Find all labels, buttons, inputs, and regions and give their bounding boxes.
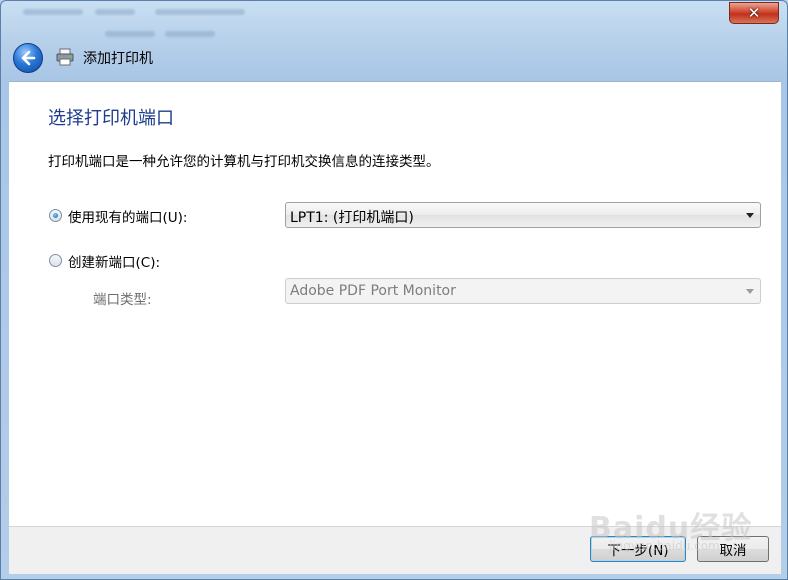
page-description: 打印机端口是一种允许您的计算机与打印机交换信息的连接类型。	[48, 154, 440, 170]
port-type-select: Adobe PDF Port Monitor	[285, 278, 761, 304]
add-printer-window: ✕ 添加打印机 选择打印机端口 打印机端口是一种允许您的计算机与打印机交换信息的…	[0, 0, 788, 580]
port-type-value: Adobe PDF Port Monitor	[290, 283, 456, 299]
new-port-label[interactable]: 创建新端口(C):	[68, 251, 160, 271]
chevron-down-icon	[746, 213, 754, 218]
port-type-label: 端口类型:	[93, 292, 152, 308]
existing-port-select[interactable]: LPT1: (打印机端口)	[285, 202, 761, 228]
back-button[interactable]	[13, 43, 43, 73]
new-port-radio[interactable]	[49, 254, 62, 267]
close-button[interactable]: ✕	[729, 2, 779, 24]
page-heading: 选择打印机端口	[48, 108, 174, 129]
baidu-watermark-url: jingyan.baidu.com	[609, 539, 720, 553]
existing-port-radio[interactable]	[49, 209, 62, 222]
chevron-down-icon	[746, 289, 754, 294]
existing-port-value: LPT1: (打印机端口)	[290, 210, 414, 226]
window-title: 添加打印机	[83, 51, 153, 67]
existing-port-label[interactable]: 使用现有的端口(U):	[68, 206, 187, 226]
close-icon: ✕	[747, 4, 761, 22]
wizard-content: 选择打印机端口 打印机端口是一种允许您的计算机与打印机交换信息的连接类型。 使用…	[9, 81, 781, 527]
back-arrow-icon	[21, 50, 36, 66]
background-blurred-titlebar	[15, 3, 715, 41]
printer-icon	[56, 48, 74, 66]
